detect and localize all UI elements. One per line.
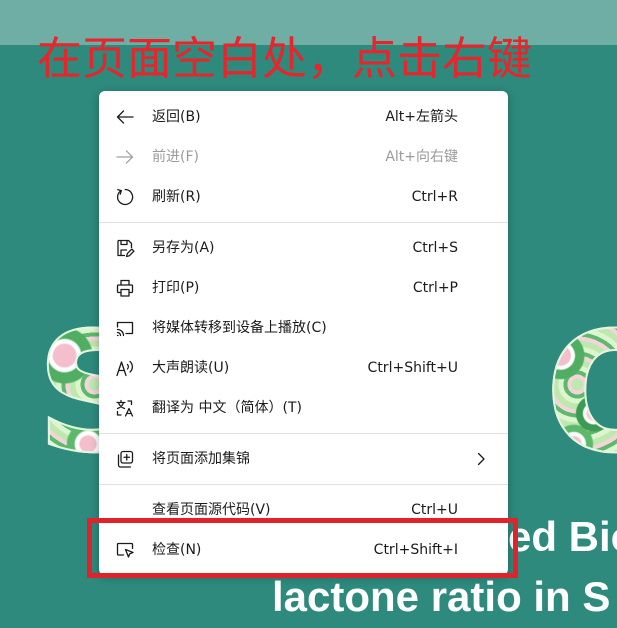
back-arrow-icon bbox=[115, 107, 135, 127]
menu-item-label: 将媒体转移到设备上播放(C) bbox=[152, 320, 327, 336]
save-as-icon bbox=[115, 238, 135, 258]
page-heading-line-2: lactone ratio in S bbox=[272, 573, 611, 620]
menu-item-shortcut: Ctrl+Shift+U bbox=[367, 360, 458, 376]
refresh-icon bbox=[115, 187, 135, 207]
collections-add-icon bbox=[115, 449, 135, 469]
instruction-annotation: 在页面空白处，点击右键 bbox=[37, 33, 533, 85]
cast-icon bbox=[115, 318, 135, 338]
menu-item-label: 将页面添加集锦 bbox=[152, 451, 250, 467]
translate-icon bbox=[115, 398, 135, 418]
menu-separator bbox=[99, 479, 508, 490]
menu-item-print[interactable]: 打印(P) Ctrl+P bbox=[99, 268, 508, 308]
inspect-highlight-frame bbox=[87, 518, 518, 578]
print-icon bbox=[115, 278, 135, 298]
chevron-right-icon bbox=[476, 452, 486, 466]
menu-item-label: 另存为(A) bbox=[152, 240, 215, 256]
menu-item-forward[interactable]: 前进(F) Alt+向右键 bbox=[99, 137, 508, 177]
menu-item-back[interactable]: 返回(B) Alt+左箭头 bbox=[99, 97, 508, 137]
menu-item-label: 翻译为 中文（简体）(T) bbox=[152, 400, 302, 416]
menu-item-label: 刷新(R) bbox=[152, 189, 201, 205]
menu-item-label: 大声朗读(U) bbox=[152, 360, 230, 376]
hero-letter-right: O bbox=[545, 308, 617, 478]
menu-item-translate[interactable]: 翻译为 中文（简体）(T) bbox=[99, 388, 508, 428]
read-aloud-icon bbox=[115, 358, 135, 378]
menu-separator bbox=[99, 217, 508, 228]
menu-item-cast-media[interactable]: 将媒体转移到设备上播放(C) bbox=[99, 308, 508, 348]
page-heading-line-1: ed Bio bbox=[508, 513, 617, 560]
menu-item-shortcut: Ctrl+S bbox=[412, 240, 458, 256]
menu-item-add-to-collections[interactable]: 将页面添加集锦 bbox=[99, 439, 508, 479]
menu-item-shortcut: Ctrl+R bbox=[411, 189, 458, 205]
menu-item-label: 返回(B) bbox=[152, 109, 201, 125]
menu-item-save-as[interactable]: 另存为(A) Ctrl+S bbox=[99, 228, 508, 268]
menu-item-refresh[interactable]: 刷新(R) Ctrl+R bbox=[99, 177, 508, 217]
menu-item-read-aloud[interactable]: 大声朗读(U) Ctrl+Shift+U bbox=[99, 348, 508, 388]
menu-item-shortcut: Alt+左箭头 bbox=[385, 109, 458, 125]
menu-item-label: 打印(P) bbox=[152, 280, 200, 296]
context-menu: 返回(B) Alt+左箭头 前进(F) Alt+向右键 刷新(R) Ctrl+R bbox=[99, 91, 508, 575]
menu-item-shortcut: Ctrl+P bbox=[412, 280, 458, 296]
menu-item-label: 前进(F) bbox=[152, 149, 199, 165]
menu-item-shortcut: Alt+向右键 bbox=[385, 149, 458, 165]
menu-separator bbox=[99, 428, 508, 439]
forward-arrow-icon bbox=[115, 147, 135, 167]
